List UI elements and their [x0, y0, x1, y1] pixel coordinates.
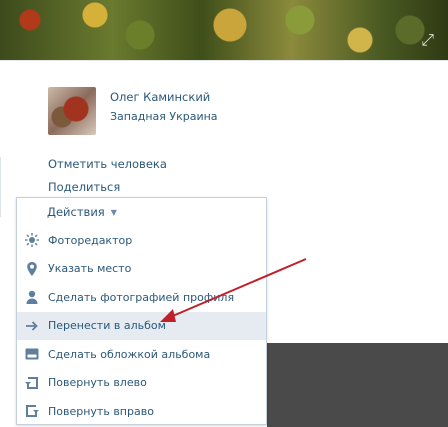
- menu-item-rotate-right[interactable]: Повернуть вправо: [17, 397, 266, 426]
- rotate-right-icon: [25, 404, 39, 418]
- chevron-down-icon: ▼: [110, 207, 117, 217]
- location-pin-icon: [25, 261, 39, 276]
- menu-item-label: Перенести в альбом: [48, 319, 166, 333]
- side-border: [0, 157, 1, 217]
- author-name[interactable]: Олег Каминский: [110, 90, 218, 104]
- menu-item-photo-editor[interactable]: Фоторедактор: [17, 226, 266, 255]
- author-location: Западная Украина: [110, 110, 218, 123]
- sun-icon: [25, 233, 39, 248]
- avatar[interactable]: [48, 87, 96, 135]
- expand-icon[interactable]: ⤢: [421, 30, 434, 50]
- arrow-right-icon: [25, 319, 39, 333]
- album-cover-icon: [25, 347, 39, 361]
- actions-menu-toggle[interactable]: Действия ▼: [17, 198, 266, 226]
- dark-background: [267, 343, 448, 427]
- menu-item-rotate-left[interactable]: Повернуть влево: [17, 369, 266, 398]
- photo-author: Олег Каминский Западная Украина: [48, 87, 218, 135]
- menu-item-label: Повернуть влево: [48, 376, 147, 390]
- menu-item-label: Указать место: [48, 262, 132, 276]
- menu-item-make-album-cover[interactable]: Сделать обложкой альбома: [17, 340, 266, 369]
- photo-preview[interactable]: ⤢: [0, 0, 448, 60]
- actions-menu-title: Действия: [47, 205, 105, 219]
- actions-dropdown: Действия ▼ Фоторедактор Указать место Сд…: [16, 197, 267, 425]
- menu-item-label: Повернуть вправо: [48, 404, 154, 418]
- menu-item-set-location[interactable]: Указать место: [17, 255, 266, 284]
- menu-item-make-profile-photo[interactable]: Сделать фотографией профиля: [17, 283, 266, 312]
- rotate-left-icon: [25, 376, 39, 390]
- tag-person-link[interactable]: Отметить человека: [48, 157, 167, 171]
- menu-item-move-to-album[interactable]: Перенести в альбом: [17, 311, 266, 340]
- share-link[interactable]: Поделиться: [48, 180, 120, 194]
- menu-item-label: Сделать фотографией профиля: [48, 290, 235, 304]
- divider: [0, 60, 448, 61]
- menu-item-label: Сделать обложкой альбома: [48, 347, 211, 361]
- user-icon: [25, 290, 39, 305]
- menu-item-label: Фоторедактор: [48, 233, 133, 247]
